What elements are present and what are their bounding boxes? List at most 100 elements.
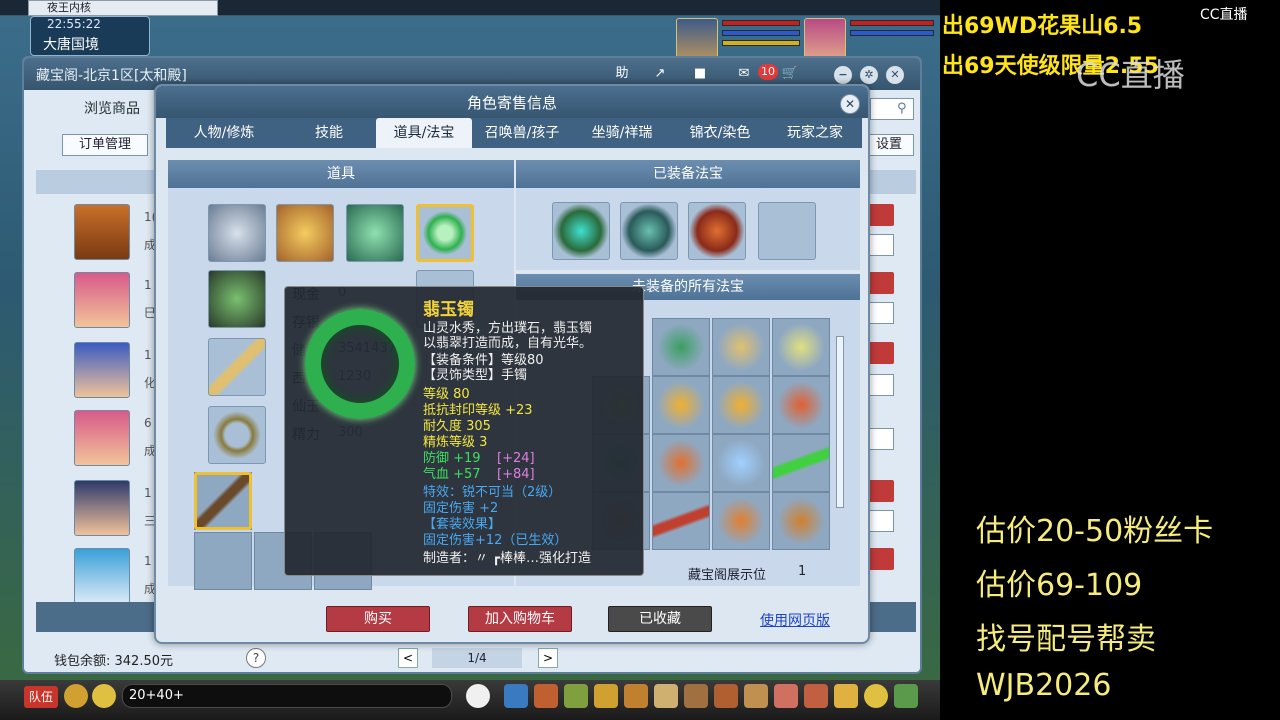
earring-item-slot[interactable]	[276, 204, 334, 262]
favorited-button[interactable]: 已收藏	[608, 606, 712, 632]
web-version-link[interactable]: 使用网页版	[760, 610, 830, 630]
ring-item-slot[interactable]	[208, 204, 266, 262]
avatar[interactable]	[74, 342, 130, 398]
browse-products-tab[interactable]: 浏览商品	[84, 98, 140, 118]
scrollbar[interactable]	[836, 336, 844, 508]
pager-next-button[interactable]: >	[538, 648, 558, 668]
close-icon[interactable]: ✕	[886, 66, 904, 84]
settings-gear-icon[interactable]: ✲	[860, 66, 878, 84]
dialog-title: 角色寄售信息	[466, 94, 557, 112]
bell-treasure[interactable]	[772, 376, 830, 434]
crystal-treasure[interactable]	[712, 434, 770, 492]
pet-icon[interactable]	[466, 684, 490, 708]
wallet-balance: 钱包余额: 342.50元	[54, 654, 173, 669]
tab-pets[interactable]: 召唤兽/孩子	[474, 118, 570, 148]
bell-treasure[interactable]	[652, 434, 710, 492]
pagoda-treasure[interactable]	[712, 492, 770, 550]
helmet-item-slot[interactable]	[208, 270, 266, 328]
fan-treasure[interactable]	[652, 318, 710, 376]
avatar[interactable]	[74, 548, 130, 604]
row-dropdown[interactable]	[868, 510, 894, 532]
help-icon[interactable]: ?	[246, 648, 266, 668]
empty-treasure-slot[interactable]	[758, 202, 816, 260]
guild-icon[interactable]	[654, 684, 678, 708]
avatar[interactable]	[74, 204, 130, 260]
system-icon[interactable]	[894, 684, 918, 708]
row-dropdown[interactable]	[868, 428, 894, 450]
emoji-icon[interactable]	[92, 684, 116, 708]
microphone-icon[interactable]	[64, 684, 88, 708]
drum-treasure-slot[interactable]	[688, 202, 746, 260]
tab-skills[interactable]: 技能	[284, 118, 374, 148]
row-level: 1	[144, 348, 152, 362]
row-action-button[interactable]	[868, 272, 894, 294]
row-level: 1	[144, 554, 152, 568]
settings-button[interactable]: 设置	[864, 134, 914, 156]
pet-hp-bar	[850, 20, 934, 26]
avatar[interactable]	[74, 272, 130, 328]
gift-icon[interactable]	[804, 684, 828, 708]
row-dropdown[interactable]	[868, 302, 894, 324]
cart-icon[interactable]: 🛒	[778, 64, 802, 84]
item-durability: 耐久度 305	[423, 419, 491, 434]
sword-treasure[interactable]	[652, 492, 710, 550]
bell-treasure[interactable]	[772, 492, 830, 550]
avatar[interactable]	[74, 480, 130, 536]
message-icon[interactable]: ✉	[732, 64, 756, 84]
ribbon-treasure[interactable]	[712, 376, 770, 434]
quest-icon[interactable]	[684, 684, 708, 708]
row-action-button[interactable]	[868, 548, 894, 570]
add-to-cart-button[interactable]: 加入购物车	[468, 606, 572, 632]
tab-outfits[interactable]: 锦衣/染色	[672, 118, 768, 148]
game-bottom-bar: 队伍 20+40+	[0, 680, 940, 720]
tab-mounts[interactable]: 坐骑/祥瑞	[574, 118, 670, 148]
share-icon[interactable]: ↗	[648, 64, 672, 84]
team-icon[interactable]	[624, 684, 648, 708]
stop-icon[interactable]: ■	[688, 64, 712, 84]
belt-item-slot[interactable]	[208, 406, 266, 464]
treasure-slot[interactable]	[620, 202, 678, 260]
lightning-treasure[interactable]	[772, 318, 830, 376]
tab-items[interactable]: 道具/法宝	[376, 118, 472, 148]
bracelet-item-slot[interactable]	[416, 204, 474, 262]
staff-item-slot[interactable]	[208, 338, 266, 396]
mirror-treasure[interactable]	[712, 318, 770, 376]
lottery-icon[interactable]	[834, 684, 858, 708]
tab-home[interactable]: 玩家之家	[770, 118, 860, 148]
clock-time: 22:55:22	[47, 17, 101, 31]
jade-ruler-treasure[interactable]	[772, 434, 830, 492]
row-action-button[interactable]	[868, 204, 894, 226]
give-icon[interactable]	[564, 684, 588, 708]
peach-icon[interactable]	[774, 684, 798, 708]
team-button[interactable]: 队伍	[24, 686, 58, 708]
dialog-close-icon[interactable]: ✕	[840, 94, 860, 114]
trade-icon[interactable]	[594, 684, 618, 708]
axe-item-slot[interactable]	[194, 472, 252, 530]
pendant-item-slot[interactable]	[346, 204, 404, 262]
attack-icon[interactable]	[504, 684, 528, 708]
friend-icon[interactable]	[714, 684, 738, 708]
row-action-button[interactable]	[868, 342, 894, 364]
smile-icon[interactable]	[864, 684, 888, 708]
browser-tab[interactable]: 夜王内核	[28, 0, 218, 16]
dialog-title-bar[interactable]: 角色寄售信息 ✕	[156, 86, 868, 118]
row-level: 6	[144, 416, 152, 430]
minimize-icon[interactable]: −	[834, 66, 852, 84]
buy-button[interactable]: 购买	[326, 606, 430, 632]
tab-character[interactable]: 人物/修炼	[176, 118, 272, 148]
ring-treasure[interactable]	[652, 376, 710, 434]
row-dropdown[interactable]	[868, 374, 894, 396]
chat-input[interactable]: 20+40+	[122, 684, 452, 708]
order-management-button[interactable]: 订单管理	[62, 134, 148, 156]
avatar[interactable]	[74, 410, 130, 466]
search-input[interactable]: ⚲	[870, 98, 914, 120]
pager-prev-button[interactable]: <	[398, 648, 418, 668]
row-dropdown[interactable]	[868, 234, 894, 256]
bag-icon[interactable]	[534, 684, 558, 708]
book-icon[interactable]	[744, 684, 768, 708]
help-button[interactable]: 助	[608, 64, 636, 84]
item-defense: 防御 +19	[423, 451, 481, 466]
row-action-button[interactable]	[868, 480, 894, 502]
inventory-cell[interactable]	[194, 532, 252, 590]
gem-treasure-slot[interactable]	[552, 202, 610, 260]
